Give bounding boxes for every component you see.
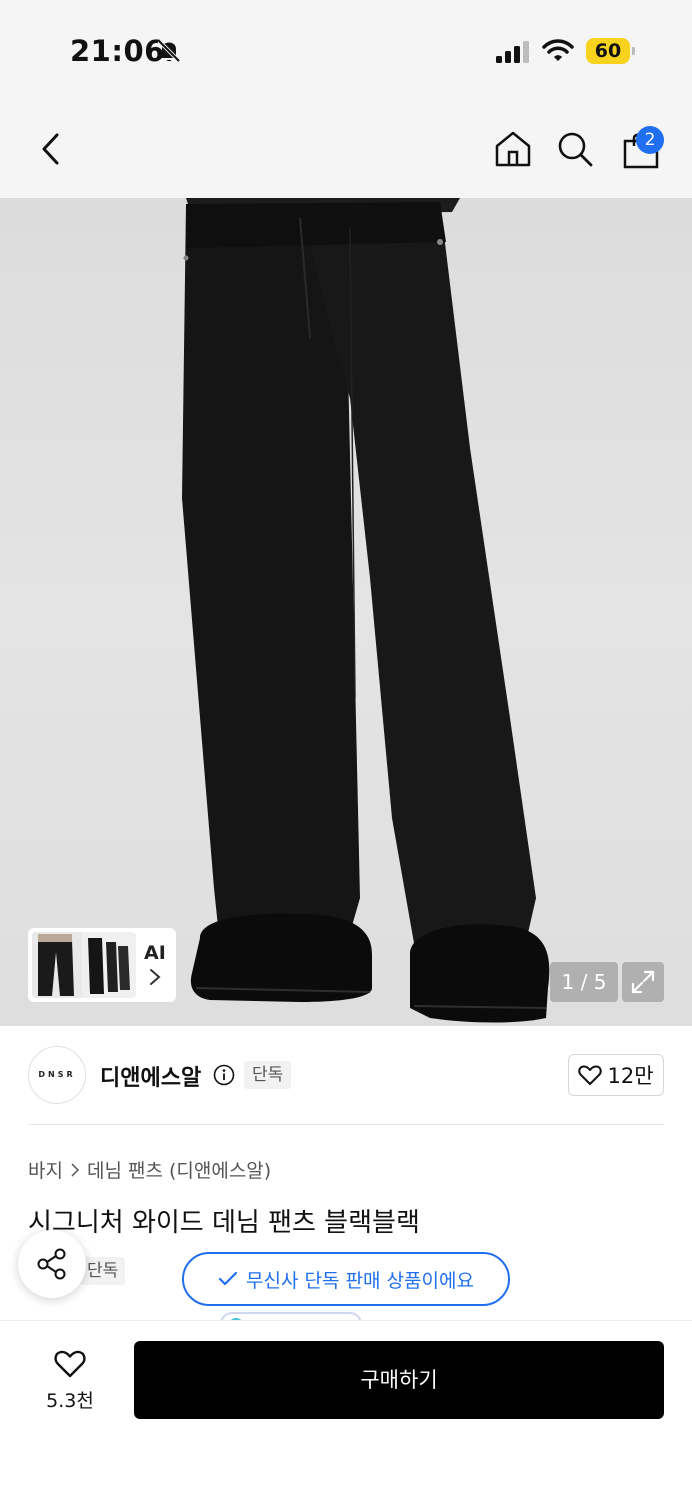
home-button[interactable] [488,100,538,198]
brand-like-count: 12만 [607,1064,654,1088]
info-icon[interactable] [213,1064,235,1086]
heart-outline-icon [54,1350,86,1378]
expand-image-button[interactable] [622,962,664,1002]
section-divider [28,1124,664,1125]
heart-outline-icon [578,1065,603,1085]
chevron-left-icon [42,133,59,165]
home-icon [495,131,531,167]
ai-label: AI [144,942,166,964]
battery-level: 60 [594,40,622,62]
status-time: 21:06 [70,34,165,68]
status-bar: 21:06 60 [0,0,692,100]
breadcrumb: 바지 데님 팬츠 (디앤에스알) [28,1156,271,1183]
product-title: 시그니처 와이드 데님 팬츠 블랙블랙 [28,1208,420,1238]
bell-slash-icon [157,39,181,63]
product-image-gallery[interactable]: AI 1 / 5 [0,198,692,1026]
share-icon [37,1248,66,1280]
brand-name[interactable]: 디앤에스알 [100,1060,201,1092]
wishlist-count: 5.3천 [46,1390,94,1412]
exclusive-sale-tooltip: 무신사 단독 판매 상품이에요 [182,1252,510,1306]
chevron-right-icon [71,1162,80,1177]
product-exclusive-tag: 단독 [80,1257,126,1285]
wifi-icon [542,39,574,61]
cellular-signal-icon [496,41,529,63]
cart-count-badge: 2 [636,126,664,154]
ai-thumbnail [32,932,136,998]
search-icon [558,132,593,167]
buy-button[interactable]: 구매하기 [134,1341,664,1419]
search-button[interactable] [550,100,600,198]
product-photo-pants [182,198,550,1023]
expand-icon [631,970,655,994]
brand-like-button[interactable]: 12만 [568,1054,664,1096]
tooltip-text: 무신사 단독 판매 상품이에요 [246,1269,474,1292]
thumbnail-pants-image [32,932,130,998]
brand-logo[interactable]: DNSR [28,1046,86,1104]
breadcrumb-subcategory[interactable]: 데님 팬츠 (디앤에스알) [87,1156,271,1183]
image-page-counter: 1 / 5 [550,962,618,1002]
ai-styling-card[interactable]: AI [28,928,176,1002]
check-icon [218,1271,238,1286]
chevron-right-icon [150,969,161,985]
brand-exclusive-tag: 단독 [244,1061,292,1089]
breadcrumb-category[interactable]: 바지 [28,1156,63,1183]
nav-bar [0,100,692,198]
back-button[interactable] [26,100,76,198]
share-button[interactable] [18,1230,86,1298]
battery-icon: 60 [586,38,636,64]
